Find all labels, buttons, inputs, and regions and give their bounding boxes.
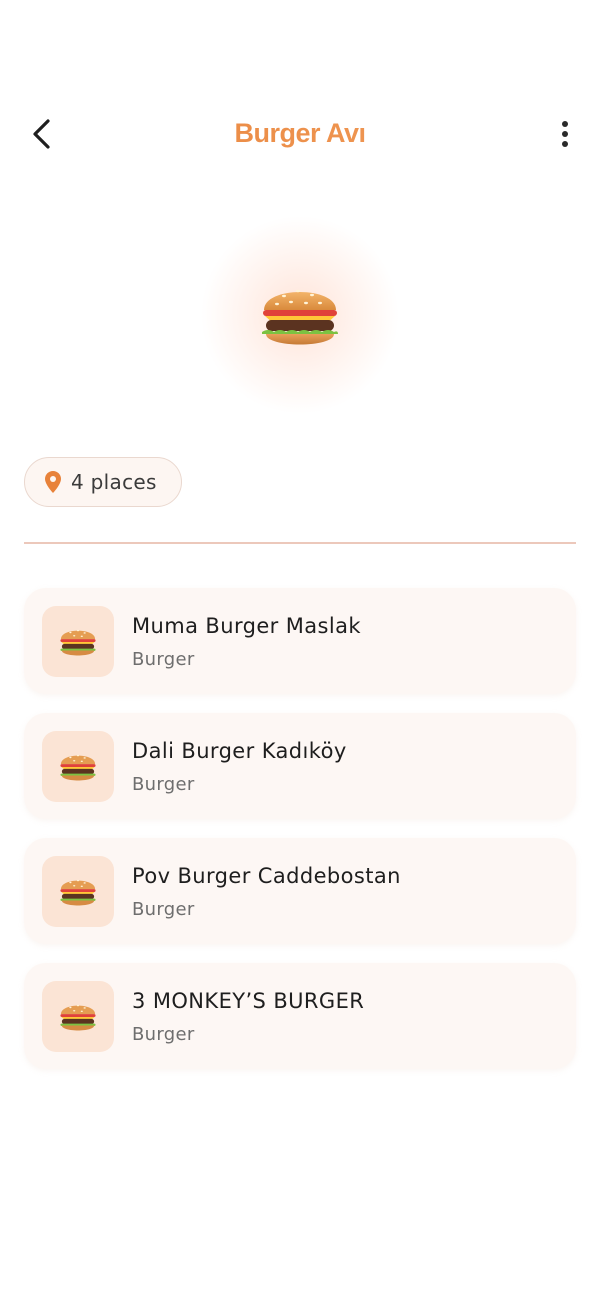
place-category: Burger bbox=[132, 774, 195, 795]
place-name: Muma Burger Maslak bbox=[132, 614, 361, 638]
place-category: Burger bbox=[132, 1024, 195, 1045]
hamburger-icon bbox=[60, 879, 96, 906]
place-card[interactable]: Pov Burger Caddebostan Burger bbox=[24, 838, 576, 944]
hamburger-icon bbox=[262, 289, 338, 345]
more-vertical-icon bbox=[562, 121, 568, 127]
place-thumbnail bbox=[42, 606, 114, 677]
place-name: Dali Burger Kadıköy bbox=[132, 739, 347, 763]
place-name: Pov Burger Caddebostan bbox=[132, 864, 401, 888]
place-thumbnail bbox=[42, 856, 114, 927]
page-title: Burger Avı bbox=[0, 118, 600, 149]
place-card[interactable]: 3 MONKEY’S BURGER Burger bbox=[24, 963, 576, 1069]
place-category: Burger bbox=[132, 649, 195, 670]
hamburger-icon bbox=[60, 754, 96, 781]
place-card[interactable]: Muma Burger Maslak Burger bbox=[24, 588, 576, 694]
hero-image bbox=[200, 215, 400, 415]
place-name: 3 MONKEY’S BURGER bbox=[132, 989, 365, 1013]
places-count-label: 4 places bbox=[71, 470, 157, 494]
place-category: Burger bbox=[132, 899, 195, 920]
location-pin-icon bbox=[45, 471, 61, 493]
screen: Burger Avı 4 places Muma Burger Maslak B… bbox=[0, 0, 600, 1304]
header: Burger Avı bbox=[0, 100, 600, 170]
place-card[interactable]: Dali Burger Kadıköy Burger bbox=[24, 713, 576, 819]
divider bbox=[24, 542, 576, 544]
hamburger-icon bbox=[60, 629, 96, 656]
places-list: Muma Burger Maslak Burger Dali Burger Ka… bbox=[24, 588, 576, 1088]
places-count-chip[interactable]: 4 places bbox=[24, 457, 182, 507]
place-thumbnail bbox=[42, 981, 114, 1052]
place-thumbnail bbox=[42, 731, 114, 802]
more-options-button[interactable] bbox=[550, 114, 580, 154]
hamburger-icon bbox=[60, 1004, 96, 1031]
